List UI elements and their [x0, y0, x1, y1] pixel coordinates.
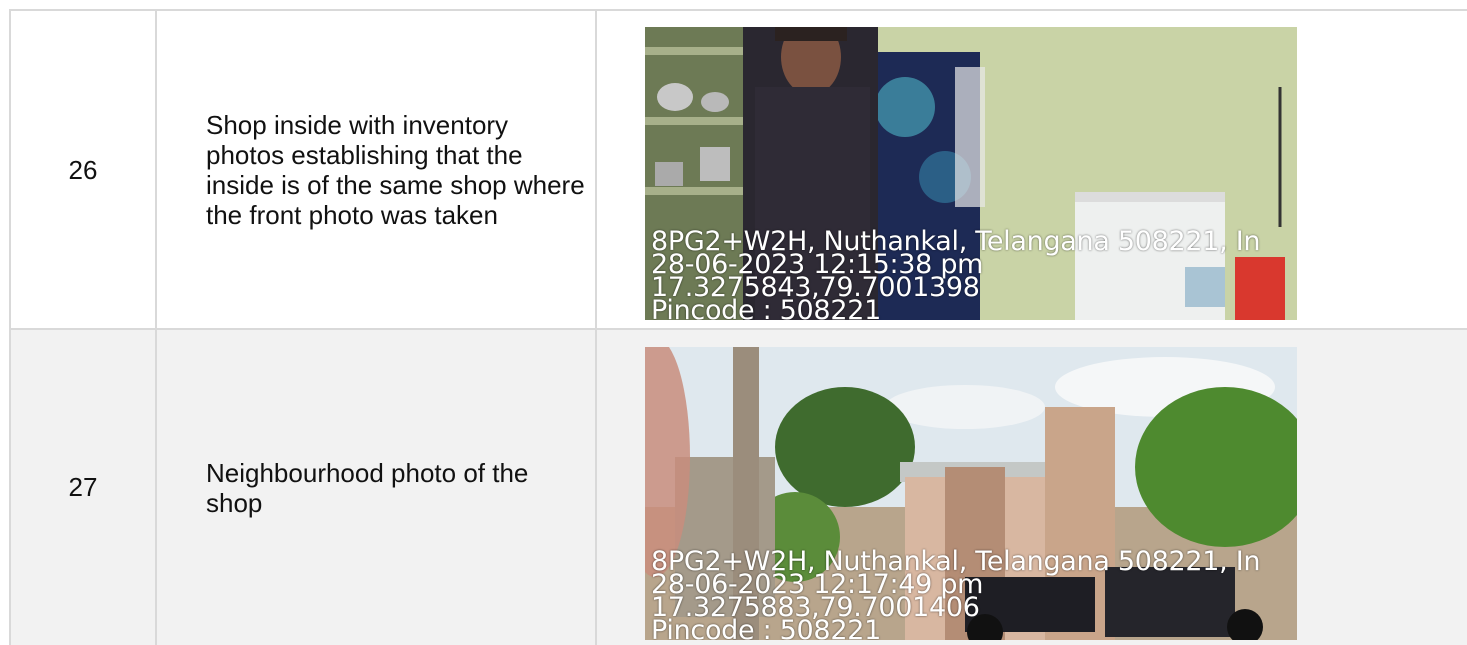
neighbourhood-photo: 8PG2+W2H, Nuthankal, Telangana 508221, I…: [645, 347, 1297, 640]
row-description: Shop inside with inventory photos establ…: [206, 110, 585, 230]
table-row: 26 Shop inside with inventory photos est…: [0, 10, 1467, 330]
row-description: Neighbourhood photo of the shop: [206, 457, 529, 518]
geotag-overlay: 8PG2+W2H, Nuthankal, Telangana 508221, I…: [651, 228, 1297, 320]
shop-inside-photo: 8PG2+W2H, Nuthankal, Telangana 508221, I…: [645, 27, 1297, 320]
row-number: 27: [68, 472, 98, 502]
table-row: 27 Neighbourhood photo of the shop 8PG2+…: [0, 330, 1467, 645]
row-number: 26: [68, 154, 98, 185]
evidence-table: 26 Shop inside with inventory photos est…: [0, 0, 1467, 645]
geotag-overlay: 8PG2+W2H, Nuthankal, Telangana 508221, I…: [651, 548, 1297, 640]
